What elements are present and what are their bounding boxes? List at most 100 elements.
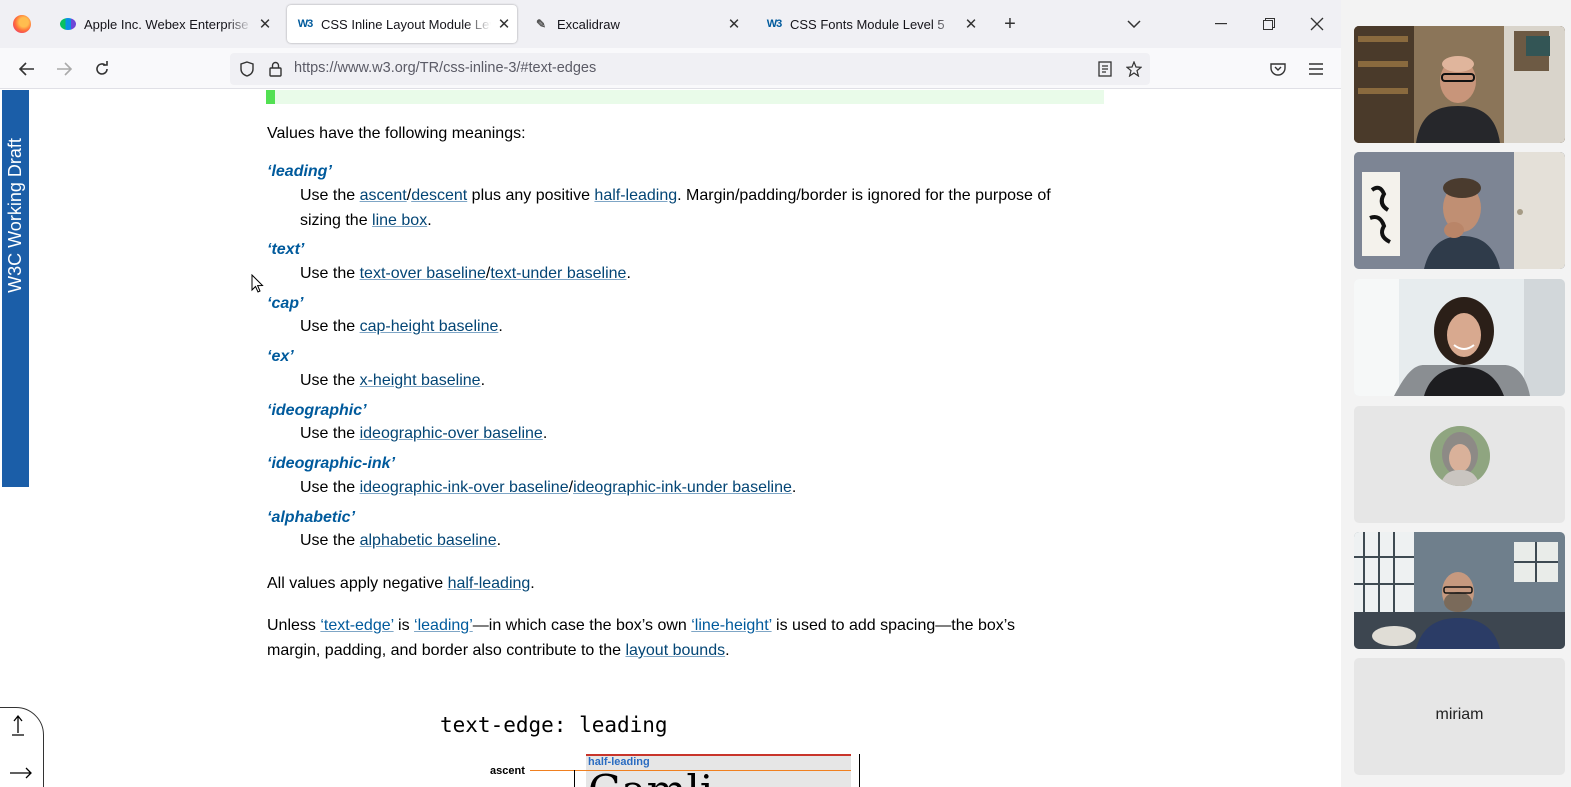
figure-arrow [574, 770, 575, 787]
text: . [626, 265, 631, 282]
list-all-tabs-icon[interactable] [1122, 12, 1146, 36]
participant-video [1354, 152, 1565, 269]
link-text-over-baseline[interactable]: text-over baseline [360, 265, 486, 282]
back-icon[interactable] [14, 56, 40, 82]
new-tab-icon[interactable]: + [998, 12, 1022, 36]
link-ideographic-ink-under-baseline[interactable]: ideographic-ink-under baseline [573, 479, 792, 496]
text: . Margin/padding/border is ignored for t… [677, 187, 1051, 204]
link-ideographic-ink-over-baseline[interactable]: ideographic-ink-over baseline [360, 479, 569, 496]
text: Use the [300, 425, 360, 442]
back-to-top-icon[interactable] [11, 714, 25, 741]
link-half-leading[interactable]: half-leading [448, 575, 531, 592]
pocket-icon[interactable] [1265, 56, 1291, 82]
link-text-edge-property[interactable]: ‘text-edge’ [320, 617, 393, 634]
tab-css-fonts[interactable]: W3 CSS Fonts Module Level 5 ✕ [760, 5, 984, 43]
term-ex[interactable]: ‘ex’ [267, 348, 294, 366]
link-layout-bounds[interactable]: layout bounds [625, 642, 725, 659]
link-line-height-property[interactable]: ‘line-height’ [691, 617, 771, 634]
url-text[interactable]: https://www.w3.org/TR/css-inline-3/#text… [294, 60, 596, 76]
desc-alphabetic: Use the alphabetic baseline. [300, 528, 501, 553]
forward-icon[interactable] [51, 56, 77, 82]
reload-icon[interactable] [89, 56, 115, 82]
tracking-protection-shield-icon[interactable] [237, 59, 257, 79]
text: plus any positive [467, 187, 595, 204]
working-draft-label: W3C Working Draft [5, 138, 26, 293]
text: Use the [300, 479, 360, 496]
participant-video-tile[interactable] [1354, 26, 1565, 143]
participant-name: miriam [1435, 706, 1484, 723]
all-values-paragraph: All values apply negative half-leading. [267, 571, 535, 596]
close-tab-icon[interactable]: ✕ [962, 15, 980, 33]
close-window-icon[interactable] [1305, 12, 1329, 36]
tab-title: CSS Fonts Module Level 5 [790, 16, 945, 32]
participant-video [1354, 279, 1565, 396]
tab-webex[interactable]: Apple Inc. Webex Enterprise Site ✕ [52, 5, 278, 43]
link-ascent[interactable]: ascent [360, 187, 407, 204]
figure-glyph-text: Gamli [588, 766, 713, 787]
tab-title: Excalidraw [557, 16, 620, 32]
figure-arrow [859, 754, 860, 787]
text: margin, padding, and border also contrib… [267, 642, 626, 659]
working-draft-label-wrap: W3C Working Draft [2, 128, 29, 303]
link-leading-value[interactable]: ‘leading’ [414, 617, 473, 634]
close-tab-icon[interactable]: ✕ [495, 15, 513, 33]
close-tab-icon[interactable]: ✕ [725, 15, 743, 33]
desc-ex: Use the x-height baseline. [300, 368, 485, 393]
tab-css-inline[interactable]: W3 CSS Inline Layout Module Level 3 ✕ [287, 5, 517, 43]
reader-view-icon[interactable] [1095, 59, 1115, 79]
term-text[interactable]: ‘text’ [267, 241, 304, 259]
participant-avatar-tile[interactable] [1354, 406, 1565, 523]
link-cap-height-baseline[interactable]: cap-height baseline [360, 318, 499, 335]
firefox-menu-icon[interactable] [13, 15, 31, 33]
mouse-cursor-icon [251, 274, 264, 293]
text: . [542, 425, 548, 442]
lock-icon[interactable] [265, 59, 285, 79]
term-ideographic-ink[interactable]: ‘ideographic-ink’ [267, 455, 395, 473]
toc-toggle-icon[interactable] [9, 764, 33, 785]
desc-cap: Use the cap-height baseline. [300, 314, 503, 339]
term-cap[interactable]: ‘cap’ [267, 295, 303, 313]
participant-name-tile[interactable]: miriam [1354, 658, 1565, 775]
close-tab-icon[interactable]: ✕ [256, 15, 274, 33]
term-alphabetic[interactable]: ‘alphabetic’ [267, 509, 355, 527]
avatar-photo [1430, 426, 1490, 486]
minimize-icon[interactable] [1209, 12, 1233, 36]
participant-avatar [1430, 426, 1490, 486]
text: Use the [300, 372, 360, 389]
url-bar[interactable]: https://www.w3.org/TR/css-inline-3/#text… [230, 53, 1150, 85]
figure-ascent-label: ascent [490, 765, 525, 777]
text: . [496, 532, 502, 549]
desc-leading-line2: sizing the line box. [300, 208, 432, 233]
excalidraw-icon: ✎ [535, 17, 547, 31]
term-ideographic[interactable]: ‘ideographic’ [267, 402, 367, 420]
text: . [530, 575, 535, 592]
link-x-height-baseline[interactable]: x-height baseline [360, 372, 481, 389]
browser-window: Apple Inc. Webex Enterprise Site ✕ W3 CS… [0, 0, 1341, 787]
text: —in which case the box’s own [472, 617, 692, 634]
term-leading[interactable]: ‘leading’ [267, 163, 332, 181]
tab-title: Apple Inc. Webex Enterprise Site [84, 16, 252, 32]
participant-video-tile[interactable] [1354, 532, 1565, 649]
text: is [393, 617, 415, 634]
link-ideographic-over-baseline[interactable]: ideographic-over baseline [360, 425, 543, 442]
text: Use the [300, 532, 360, 549]
side-tools-panel [0, 707, 44, 787]
participant-video-tile[interactable] [1354, 279, 1565, 396]
desc-text: Use the text-over baseline/text-under ba… [300, 261, 631, 286]
w3c-icon: W3 [766, 18, 782, 30]
link-alphabetic-baseline[interactable]: alphabetic baseline [360, 532, 497, 549]
participant-video-tile[interactable] [1354, 152, 1565, 269]
webex-icon [60, 16, 76, 32]
restore-icon[interactable] [1257, 12, 1281, 36]
menu-hamburger-icon[interactable] [1303, 56, 1329, 82]
w3c-icon: W3 [297, 18, 313, 30]
link-line-box[interactable]: line box [372, 212, 427, 229]
link-descent[interactable]: descent [411, 187, 467, 204]
participant-video [1354, 532, 1565, 649]
link-text-under-baseline[interactable]: text-under baseline [490, 265, 626, 282]
text: sizing the [300, 212, 373, 229]
link-half-leading[interactable]: half-leading [594, 187, 677, 204]
bookmark-star-icon[interactable] [1124, 59, 1144, 79]
values-intro: Values have the following meanings: [267, 125, 526, 142]
tab-excalidraw[interactable]: ✎ Excalidraw ✕ [527, 5, 747, 43]
